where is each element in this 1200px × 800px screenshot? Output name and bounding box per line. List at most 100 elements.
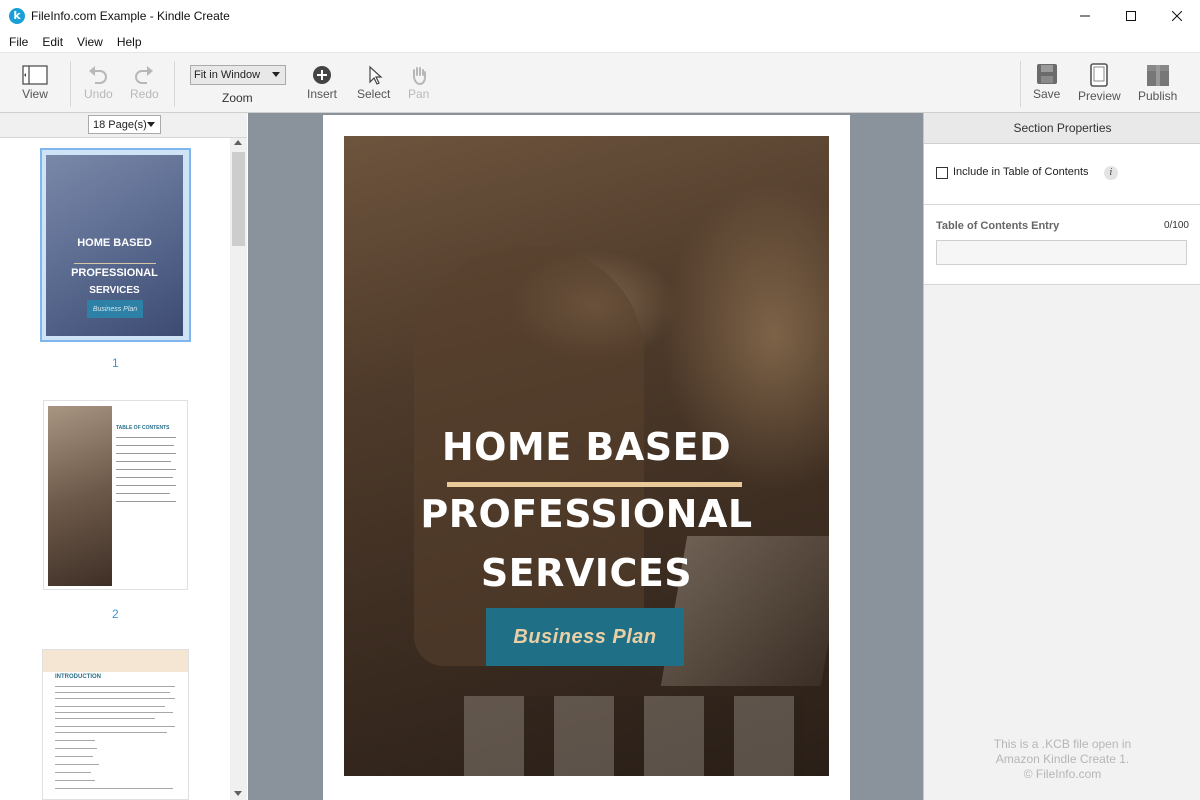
thumbnail-text-line [116,485,176,486]
package-box-icon [1146,65,1169,86]
maximize-icon [1126,10,1136,21]
pan-button[interactable]: Pan [408,65,429,101]
thumbnail-text-line [55,698,175,699]
menu-view[interactable]: View [70,35,110,49]
scroll-up-arrow-icon[interactable] [234,140,242,145]
page-count-dropdown[interactable]: 18 Page(s) [88,115,161,134]
page-thumbnail-3[interactable]: INTRODUCTION [42,649,189,800]
watermark-line: This is a .KCB file open in [993,737,1132,751]
thumbnail-text-line [55,732,167,733]
include-toc-label[interactable]: Include in Table of Contents [953,166,1089,178]
page-number-2: 2 [112,607,119,621]
info-icon[interactable]: i [1104,166,1118,180]
thumbnail-text-line [55,788,173,789]
toc-entry-section: Table of Contents Entry 0/100 [924,205,1200,285]
toc-entry-char-counter: 0/100 [1163,220,1189,231]
cursor-arrow-icon [369,65,383,85]
redo-button[interactable]: Redo [130,65,159,101]
thumbnail-text-line [55,712,173,713]
plus-circle-icon [313,66,331,84]
thumbnail-title-line: HOME BASED [77,237,152,249]
cover-subtitle-badge: Business Plan [486,608,684,666]
publish-button[interactable]: Publish [1138,63,1177,103]
thumbnail-photo [48,406,112,586]
cover-image[interactable]: HOME BASED PROFESSIONAL SERVICES Busines… [344,136,829,776]
thumbnail-text-line [116,437,176,438]
cover-title-line-3: SERVICES [480,551,693,595]
page-number-1: 1 [112,356,119,370]
thumbnail-divider [74,263,156,264]
insert-label: Insert [307,87,338,101]
thumbnail-text-line [55,756,93,757]
zoom-dropdown[interactable]: Fit in Window [190,65,286,85]
cover-photo-prints [464,696,804,776]
document-page: HOME BASED PROFESSIONAL SERVICES Busines… [323,115,850,800]
pan-label: Pan [408,87,430,101]
thumbnail-title-line: SERVICES [89,285,140,296]
cover-title-line-2: PROFESSIONAL [420,492,753,536]
menu-help[interactable]: Help [110,35,149,49]
toolbar-separator [174,61,175,107]
thumbnail-text-line [55,706,165,707]
chevron-down-icon [272,72,280,77]
select-label: Select [357,87,391,101]
preview-label: Preview [1078,89,1121,103]
close-button[interactable] [1154,0,1200,31]
thumbnail-text-line [55,764,99,765]
preview-button[interactable]: Preview [1078,63,1121,103]
thumbnail-title-line: PROFESSIONAL [71,267,158,279]
toc-include-section: Include in Table of Contents i [924,144,1200,205]
section-properties-header: Section Properties [924,113,1200,144]
toc-entry-input[interactable] [936,240,1187,265]
page-thumbnail-2[interactable]: TABLE OF CONTENTS [43,400,188,590]
cover-divider [447,482,742,487]
save-button[interactable]: Save [1033,63,1060,101]
thumbnail-text-line [55,718,155,719]
thumbnail-heading: TABLE OF CONTENTS [116,425,170,431]
toolbar-separator [70,61,71,107]
window-controls [1062,0,1200,31]
close-icon [1172,10,1182,21]
hand-icon [412,67,426,85]
thumbnail-text-line [55,726,175,727]
thumbnail-text-line [55,692,170,693]
view-button[interactable]: View [22,65,48,101]
thumbnail-text-line [116,461,171,462]
view-label: View [22,87,48,101]
toolbar: View Undo Redo Fit in Window Zoom Insert [0,52,1200,113]
select-button[interactable]: Select [357,65,390,101]
page-count-value: 18 Page(s) [93,118,147,131]
thumbnail-text-line [116,453,176,454]
menu-file[interactable]: File [2,35,35,49]
minimize-icon [1080,15,1090,16]
toc-entry-label: Table of Contents Entry [936,220,1060,232]
zoom-value: Fit in Window [194,69,261,81]
scroll-down-arrow-icon[interactable] [234,791,242,796]
include-toc-checkbox[interactable] [936,167,948,179]
window-title: FileInfo.com Example - Kindle Create [31,8,230,23]
scrollbar-thumb[interactable] [232,152,245,246]
thumbnail-heading: INTRODUCTION [55,674,101,680]
thumbnail-text-line [55,780,95,781]
floppy-disk-icon [1036,64,1057,84]
maximize-button[interactable] [1108,0,1154,31]
save-label: Save [1033,87,1061,101]
menu-edit[interactable]: Edit [35,35,70,49]
toolbar-separator [1020,61,1021,107]
undo-button[interactable]: Undo [84,65,113,101]
insert-button[interactable]: Insert [307,65,337,101]
redo-icon [135,66,154,84]
page-count-bar: 18 Page(s) [0,113,247,138]
minimize-button[interactable] [1062,0,1108,31]
thumbnail-text-line [55,686,175,687]
page-thumbnail-1[interactable]: HOME BASED PROFESSIONAL SERVICES Busines… [46,155,183,336]
thumbnail-text-line [55,740,95,741]
thumbnail-text-line [55,748,97,749]
thumbnail-text-line [116,477,173,478]
publish-label: Publish [1138,89,1178,103]
zoom-label: Zoom [222,91,253,105]
pages-scrollbar[interactable] [230,138,247,800]
watermark-text: This is a .KCB file open in Amazon Kindl… [924,737,1200,782]
tablet-device-icon [1090,63,1109,87]
watermark-line: Amazon Kindle Create 1. [995,752,1130,766]
